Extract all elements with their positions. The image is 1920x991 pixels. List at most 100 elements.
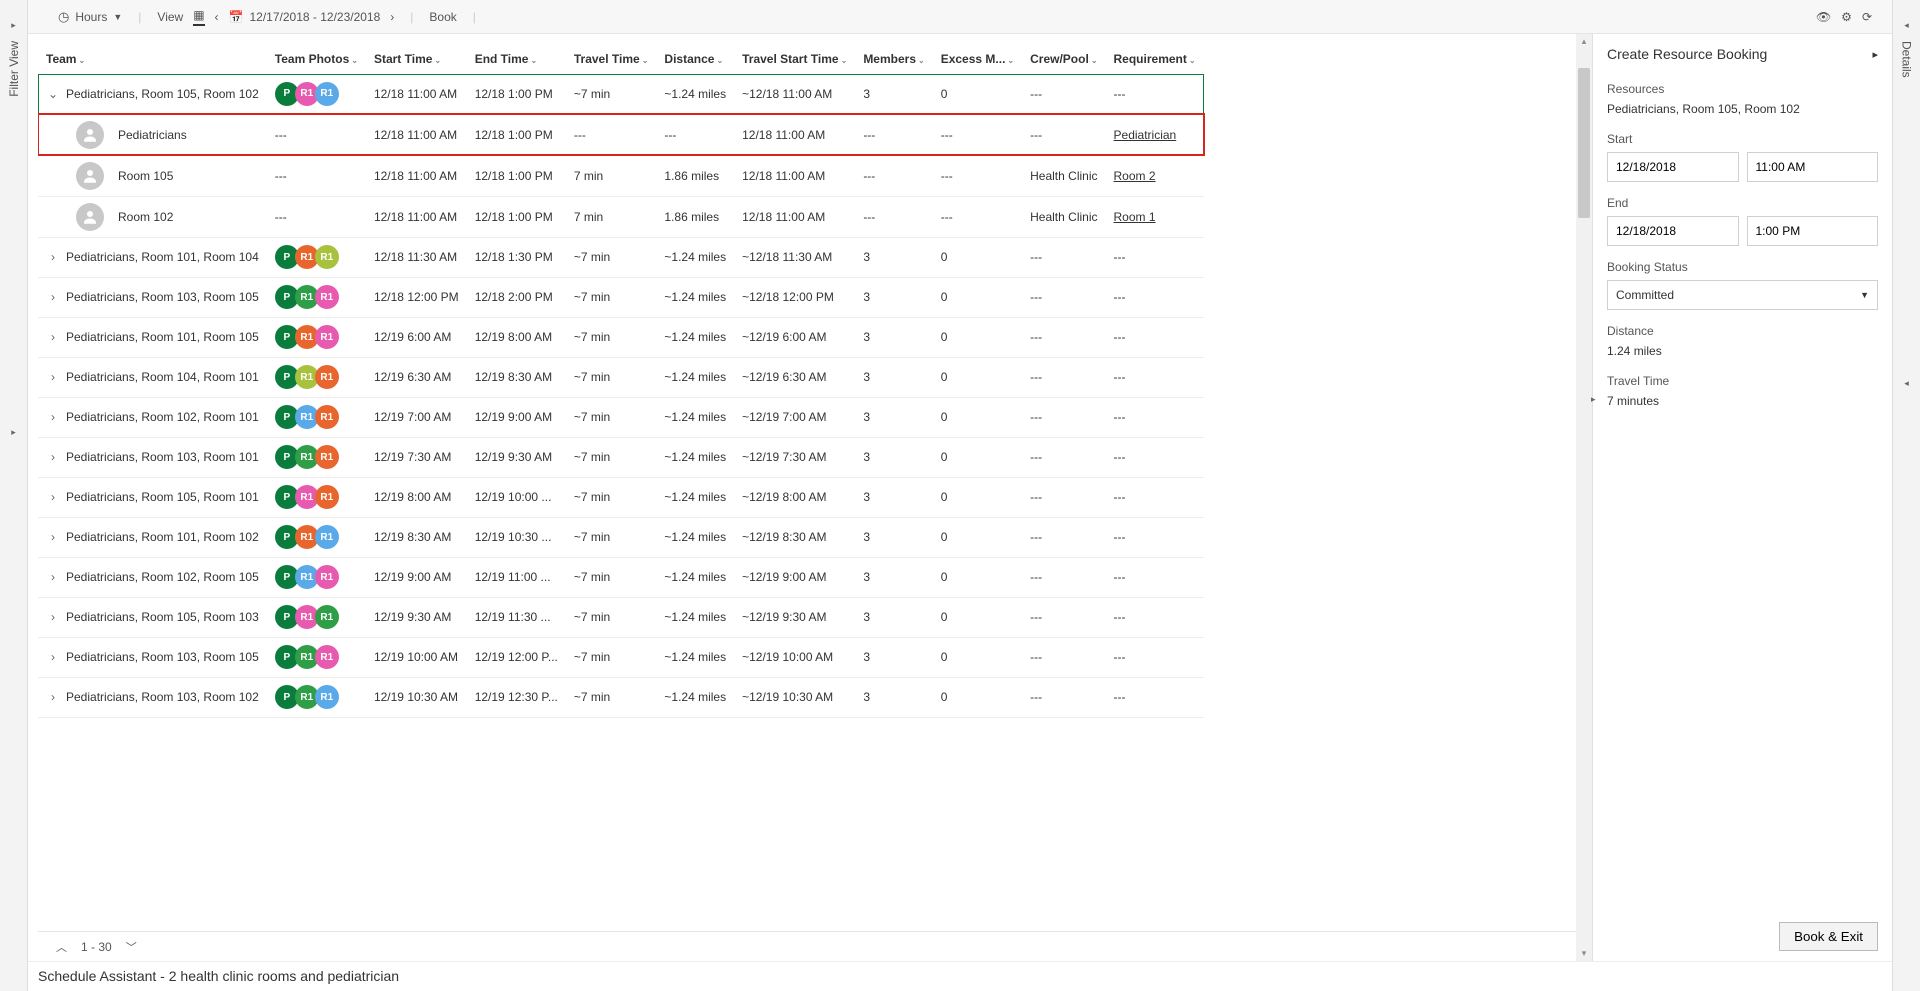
table-row[interactable]: ›Pediatricians, Room 101, Room 105PR1R11… bbox=[38, 317, 1204, 357]
team-avatars: PR1R1 bbox=[275, 245, 358, 269]
expand-icon[interactable]: › bbox=[46, 450, 60, 464]
cell-travel-start: ~12/19 6:00 AM bbox=[734, 317, 855, 357]
col-team[interactable]: Team⌄ bbox=[38, 44, 267, 74]
team-name: Pediatricians, Room 101, Room 105 bbox=[66, 330, 259, 344]
end-date-input[interactable] bbox=[1607, 216, 1739, 246]
visibility-button[interactable]: 👁 bbox=[1816, 10, 1831, 24]
table-row[interactable]: Room 105---12/18 11:00 AM12/18 1:00 PM7 … bbox=[38, 155, 1204, 196]
scroll-up-icon[interactable]: ▴ bbox=[1576, 36, 1592, 47]
collapse-icon[interactable]: ⌄ bbox=[46, 87, 60, 101]
cell-excess: --- bbox=[933, 114, 1022, 155]
status-select[interactable]: Committed ▼ bbox=[1607, 280, 1878, 310]
expand-icon[interactable]: › bbox=[46, 650, 60, 664]
cell-travel: ~7 min bbox=[566, 357, 657, 397]
cell-travel-start: ~12/19 7:00 AM bbox=[734, 397, 855, 437]
expand-right-icon[interactable]: ▸ bbox=[11, 427, 16, 438]
table-row[interactable]: ›Pediatricians, Room 102, Room 105PR1R11… bbox=[38, 557, 1204, 597]
pager-range: 1 - 30 bbox=[81, 940, 112, 954]
expand-icon[interactable]: › bbox=[46, 690, 60, 704]
panel-expand-icon[interactable]: ▸ bbox=[1872, 48, 1878, 61]
table-row[interactable]: ›Pediatricians, Room 103, Room 105PR1R11… bbox=[38, 277, 1204, 317]
team-name: Pediatricians, Room 101, Room 104 bbox=[66, 250, 259, 264]
table-row[interactable]: ›Pediatricians, Room 101, Room 104PR1R11… bbox=[38, 237, 1204, 277]
col-members[interactable]: Members⌄ bbox=[855, 44, 932, 74]
start-label: Start bbox=[1607, 132, 1878, 146]
details-tab[interactable]: ◂ Details ◂ bbox=[1892, 0, 1920, 991]
table-row[interactable]: ›Pediatricians, Room 103, Room 101PR1R11… bbox=[38, 437, 1204, 477]
expand-icon[interactable]: › bbox=[46, 290, 60, 304]
scroll-down-icon[interactable]: ▾ bbox=[1576, 948, 1592, 959]
book-button[interactable]: Book bbox=[429, 10, 456, 24]
settings-button[interactable]: ⚙ bbox=[1841, 10, 1852, 24]
start-date-input[interactable] bbox=[1607, 152, 1739, 182]
resources-label: Resources bbox=[1607, 82, 1878, 96]
panel-title: Create Resource Booking bbox=[1607, 46, 1767, 62]
filter-view-tab[interactable]: ▸ Filter View ▸ bbox=[0, 0, 28, 991]
expand-icon[interactable]: › bbox=[46, 570, 60, 584]
cell-members: 3 bbox=[855, 477, 932, 517]
table-row[interactable]: ›Pediatricians, Room 103, Room 105PR1R11… bbox=[38, 637, 1204, 677]
expand-icon[interactable]: › bbox=[46, 610, 60, 624]
cell-travel-start: 12/18 11:00 AM bbox=[734, 196, 855, 237]
prev-button[interactable]: ‹ bbox=[215, 10, 219, 24]
expand-left-icon[interactable]: ◂ bbox=[1904, 378, 1909, 389]
cell-excess: 0 bbox=[933, 477, 1022, 517]
hours-dropdown[interactable]: ◷ Hours ▼ bbox=[58, 9, 122, 25]
expand-icon[interactable]: › bbox=[46, 410, 60, 424]
col-crew[interactable]: Crew/Pool⌄ bbox=[1022, 44, 1105, 74]
table-row[interactable]: ›Pediatricians, Room 104, Room 101PR1R11… bbox=[38, 357, 1204, 397]
requirement-link[interactable]: Room 2 bbox=[1114, 169, 1156, 183]
col-start[interactable]: Start Time⌄ bbox=[366, 44, 467, 74]
refresh-button[interactable]: ⟳ bbox=[1862, 10, 1872, 24]
requirement-link[interactable]: Pediatrician bbox=[1114, 128, 1177, 142]
table-row[interactable]: › Pediatricians, Room 105, Room 103 PR1R1 1… bbox=[38, 597, 1204, 637]
book-and-exit-button[interactable]: Book & Exit bbox=[1779, 922, 1878, 951]
date-range-picker[interactable]: 📅 12/17/2018 - 12/23/2018 bbox=[229, 10, 381, 24]
requirement-link[interactable]: Room 1 bbox=[1114, 210, 1156, 224]
panel-collapse-icon[interactable]: ▸ bbox=[1591, 394, 1596, 405]
expand-icon[interactable]: › bbox=[46, 330, 60, 344]
start-time-input[interactable] bbox=[1747, 152, 1879, 182]
scroll-thumb[interactable] bbox=[1578, 68, 1590, 218]
next-button[interactable]: › bbox=[390, 10, 394, 24]
cell-travel: ~7 min bbox=[566, 637, 657, 677]
team-name: Pediatricians, Room 105, Room 103 bbox=[66, 610, 259, 624]
col-photos[interactable]: Team Photos⌄ bbox=[267, 44, 366, 74]
table-row[interactable]: Pediatricians---12/18 11:00 AM12/18 1:00… bbox=[38, 114, 1204, 155]
cell-end: 12/19 10:30 ... bbox=[467, 517, 566, 557]
cell-crew: --- bbox=[1022, 517, 1105, 557]
table-row[interactable]: Room 102---12/18 11:00 AM12/18 1:00 PM7 … bbox=[38, 196, 1204, 237]
col-travel-start[interactable]: Travel Start Time⌄ bbox=[734, 44, 855, 74]
table-row[interactable]: ›Pediatricians, Room 105, Room 101PR1R11… bbox=[38, 477, 1204, 517]
table-row[interactable]: ›Pediatricians, Room 101, Room 102PR1R11… bbox=[38, 517, 1204, 557]
col-requirement[interactable]: Requirement⌄ bbox=[1106, 44, 1204, 74]
team-name: Pediatricians, Room 103, Room 105 bbox=[66, 290, 259, 304]
grid-view-button[interactable]: ▦ bbox=[193, 8, 204, 26]
team-name: Pediatricians, Room 104, Room 101 bbox=[66, 370, 259, 384]
vertical-scrollbar[interactable]: ▴ ▾ bbox=[1576, 34, 1592, 961]
team-name: Pediatricians, Room 103, Room 105 bbox=[66, 650, 259, 664]
col-excess[interactable]: Excess M...⌄ bbox=[933, 44, 1022, 74]
cell-excess: 0 bbox=[933, 237, 1022, 277]
col-end[interactable]: End Time⌄ bbox=[467, 44, 566, 74]
cell-requirement: --- bbox=[1106, 74, 1204, 114]
table-row[interactable]: ⌄Pediatricians, Room 105, Room 102PR1R11… bbox=[38, 74, 1204, 114]
create-booking-panel: Create Resource Booking ▸ Resources Pedi… bbox=[1592, 34, 1892, 961]
pager-up-icon[interactable]: ︿ bbox=[56, 939, 67, 955]
end-time-input[interactable] bbox=[1747, 216, 1879, 246]
cell-travel-start: ~12/19 7:30 AM bbox=[734, 437, 855, 477]
expand-icon[interactable]: › bbox=[46, 530, 60, 544]
table-row[interactable]: ›Pediatricians, Room 102, Room 101PR1R11… bbox=[38, 397, 1204, 437]
expand-icon[interactable]: › bbox=[46, 370, 60, 384]
table-row[interactable]: ›Pediatricians, Room 103, Room 102PR1R11… bbox=[38, 677, 1204, 717]
cell-crew: --- bbox=[1022, 114, 1105, 155]
expand-icon[interactable]: › bbox=[46, 250, 60, 264]
pager-down-icon[interactable]: ﹀ bbox=[126, 939, 137, 955]
cell-start: 12/19 9:30 AM bbox=[366, 597, 467, 637]
col-distance[interactable]: Distance⌄ bbox=[656, 44, 734, 74]
avatar: R1 bbox=[315, 365, 339, 389]
col-travel[interactable]: Travel Time⌄ bbox=[566, 44, 657, 74]
cell-travel: ~7 min bbox=[566, 317, 657, 357]
team-avatars: PR1R1 bbox=[275, 605, 358, 629]
expand-icon[interactable]: › bbox=[46, 490, 60, 504]
